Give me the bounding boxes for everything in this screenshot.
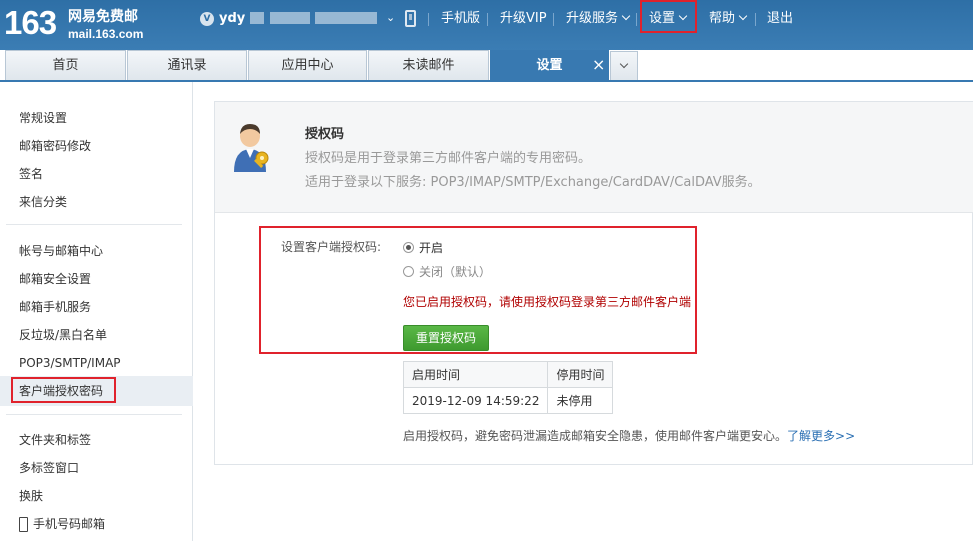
radio-disable[interactable] [403,266,414,277]
logo-name[interactable]: 网易免费邮 [68,9,138,25]
sidebar-item-password[interactable]: 邮箱密码修改 [19,138,91,154]
user-account-name[interactable]: ydy [219,11,245,27]
sidebar-divider [6,224,182,225]
table-row: 2019-12-09 14:59:22 未停用 [402,387,614,414]
chevron-down-icon [621,11,631,21]
table-header: 停用时间 [547,361,614,388]
sidebar-item-phone-service[interactable]: 邮箱手机服务 [19,299,91,315]
table-header: 启用时间 [402,361,549,388]
mobile-phone-icon[interactable] [405,10,416,27]
sidebar-item-mail-filter[interactable]: 来信分类 [19,194,67,210]
nav-help[interactable]: 帮助 [709,11,748,27]
nav-upgrade-service-label: 升级服务 [566,11,619,26]
highlight-box-sidebar [11,377,116,403]
auth-footer-note: 启用授权码，避免密码泄漏造成邮箱安全隐患，使用邮件客户端更安心。了解更多>> [403,428,855,444]
nav-upgrade-service[interactable]: 升级服务 [566,11,631,27]
radio-enable[interactable] [403,242,414,253]
user-key-icon [234,124,269,172]
tab-home[interactable]: 首页 [5,50,126,81]
close-icon[interactable]: × [592,57,605,73]
radio-enable-label[interactable]: 开启 [419,240,443,256]
user-name-redacted [315,12,377,24]
account-chevron-down-icon[interactable]: ⌄ [386,10,395,26]
highlight-box-settings [640,0,697,33]
sidebar-item-account-center[interactable]: 帐号与邮箱中心 [19,243,103,259]
learn-more-link[interactable]: 了解更多>> [787,429,855,443]
nav-mobile-version[interactable]: 手机版 [441,11,480,27]
nav-logout[interactable]: 退出 [767,11,793,27]
chevron-down-icon [619,59,629,69]
auth-enabled-notice: 您已启用授权码，请使用授权码登录第三方邮件客户端 [403,295,692,309]
radio-disable-label[interactable]: 关闭（默认） [419,264,491,280]
nav-divider [636,13,637,26]
mobile-phone-icon [19,517,28,532]
nav-divider [553,13,554,26]
tab-list-dropdown-button[interactable] [610,51,638,81]
sidebar-item-signature[interactable]: 签名 [19,166,43,182]
nav-divider [428,13,429,26]
nav-divider [755,13,756,26]
sidebar-item-antispam[interactable]: 反垃圾/黑白名单 [19,327,107,343]
logo-domain[interactable]: mail.163.com [68,27,143,41]
sidebar-item-security[interactable]: 邮箱安全设置 [19,271,91,287]
sidebar-item-pop3[interactable]: POP3/SMTP/IMAP [19,355,121,371]
table-cell-enabled-time: 2019-12-09 14:59:22 [402,387,549,414]
sidebar-item-general[interactable]: 常规设置 [19,110,67,126]
nav-upgrade-vip[interactable]: 升级VIP [500,11,547,27]
auth-footer-text: 启用授权码，避免密码泄漏造成邮箱安全隐患，使用邮件客户端更安心。 [403,429,788,443]
tab-settings-label: 设置 [536,58,563,73]
auth-code-services: 适用于登录以下服务: POP3/IMAP/SMTP/Exchange/CardD… [305,175,761,190]
auth-history-table: 启用时间 停用时间 2019-12-09 14:59:22 未停用 [402,361,614,414]
auth-code-description: 授权码是用于登录第三方邮件客户端的专用密码。 [305,151,592,166]
tab-unread-mail[interactable]: 未读邮件 [368,50,489,81]
nav-help-label: 帮助 [709,11,736,26]
auth-code-title: 授权码 [305,127,345,142]
table-cell-disabled-time: 未停用 [547,387,614,414]
tab-app-center[interactable]: 应用中心 [248,50,367,81]
table-header-row: 启用时间 停用时间 [402,361,614,388]
auth-setting-label: 设置客户端授权码: [281,240,382,254]
sidebar-item-skin[interactable]: 换肤 [19,488,43,504]
nav-divider [487,13,488,26]
sidebar-item-phone-mail[interactable]: 手机号码邮箱 [33,516,105,532]
chevron-down-icon [738,11,748,21]
user-name-redacted [270,12,310,24]
tab-contacts[interactable]: 通讯录 [127,50,247,81]
sidebar-divider [6,414,182,415]
logo-number[interactable]: 163 [4,3,57,43]
sidebar-item-multi-tab[interactable]: 多标签窗口 [19,460,79,476]
sidebar-item-folders[interactable]: 文件夹和标签 [19,432,91,448]
user-name-redacted [250,12,264,24]
vip-badge-icon: V [200,12,214,26]
reset-auth-code-button[interactable]: 重置授权码 [403,325,489,351]
